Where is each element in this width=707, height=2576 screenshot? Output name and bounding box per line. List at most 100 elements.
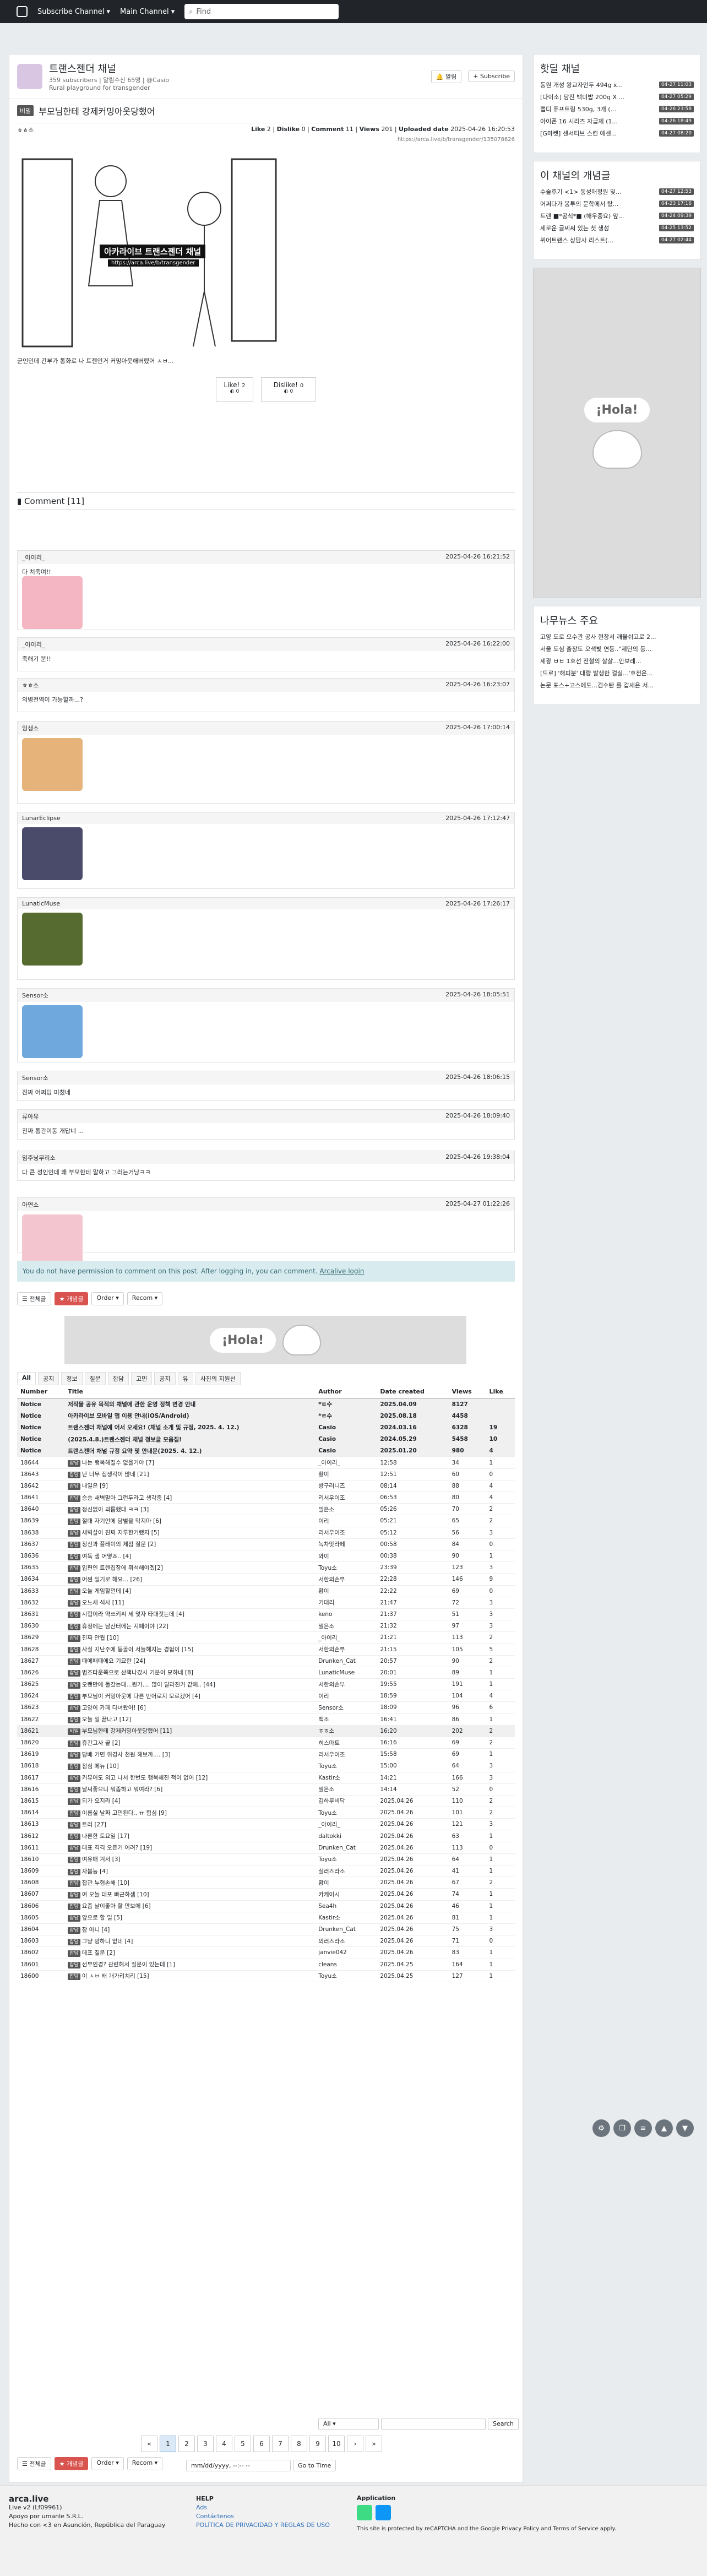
row-title[interactable]: 잡담 부모님이 커밍아웃에 다른 반어로지 모르겠어 [4] — [64, 1690, 316, 1702]
table-row[interactable]: 18642 잡담 내일은 [9] 방구러니즈 08:14 88 4 — [17, 1480, 515, 1493]
tab-2[interactable]: 정보 — [61, 1372, 83, 1385]
row-author[interactable]: Sea4h — [315, 1900, 377, 1912]
row-title[interactable]: 잡담 정신없이 괴롭했대 ㅋㅋ [3] — [64, 1503, 316, 1516]
subscribe-channel-menu[interactable]: Subscribe Channel ▾ — [37, 8, 110, 16]
row-author[interactable]: 밀은소 — [315, 1783, 377, 1796]
concept-item[interactable]: 수술후기 <1> 동성애정원 및... 04-27 12:53 — [534, 186, 700, 198]
hotdeal-item-title[interactable]: 아이폰 16 시리즈 자급제 (1... — [540, 117, 618, 126]
news-item[interactable]: 논문 표스+고스에도...검수탄 를 갑새은 서... — [534, 679, 700, 691]
row-title[interactable]: 트랜스젠더 채널 규정 요약 및 안내문(2025. 4. 12.) — [64, 1445, 316, 1457]
table-row[interactable]: 18617 잡담 커뮤어도 외고 나서 한번도 행복해진 적이 없어 [12] Kas… — [17, 1772, 515, 1784]
notice-row[interactable]: Notice 트랜스젠더 채널 규정 요약 및 안내문(2025. 4. 12.)… — [17, 1445, 515, 1457]
row-author[interactable]: Toyu소 — [315, 1760, 377, 1772]
row-author[interactable]: cleans — [315, 1959, 377, 1971]
table-row[interactable]: 18600 잡담 이 ㅅㅂ 배 개가리치리 [15] Toyu소 2025.04.25 1… — [17, 1970, 515, 1982]
comment-author[interactable]: _아이리_ — [22, 553, 45, 562]
table-row[interactable]: 18620 잡담 휴간고사 끝 [2] 히스마트 16:16 69 2 — [17, 1737, 515, 1749]
row-title[interactable]: 잡담 여유매 겨서 [3] — [64, 1853, 316, 1866]
row-title-text[interactable]: 자봄능 [4] — [82, 1868, 108, 1875]
table-row[interactable]: 18643 잡담 난 너무 집생각이 많네 [21] 황이 12:51 60 0 — [17, 1468, 515, 1480]
row-title-text[interactable]: 때에때때에요 기묘한 [24] — [82, 1658, 145, 1664]
all-posts-button-bottom[interactable]: ☰ 전체글 — [17, 2457, 51, 2470]
row-title[interactable]: 비밀 부모님한테 강제커밍아웃당했어 [11] — [64, 1725, 316, 1737]
table-row[interactable]: 18619 잡담 담배 거면 위경사 천원 해보까.... [3] 리서우이조 15:5… — [17, 1748, 515, 1761]
row-title[interactable]: 잡담 되가 오지라 [4] — [64, 1795, 316, 1808]
row-author[interactable]: keno — [315, 1608, 377, 1621]
hotdeal-item-title[interactable]: 랩디 퓨프트링 530g, 3개 (... — [540, 105, 616, 113]
row-author[interactable]: Casio — [315, 1433, 377, 1446]
table-row[interactable]: 18630 잡담 휴정에는 남산터에는 지폐이야 [22] 밀은소 21:32 97 3 — [17, 1620, 515, 1633]
row-author[interactable]: 서한의손부 — [315, 1573, 377, 1586]
row-title[interactable]: 잡담 잡관 누형손해 [10] — [64, 1877, 316, 1889]
row-title-text[interactable]: 아카라이브 모바일 앱 이용 안내(iOS/Android) — [68, 1413, 189, 1419]
table-row[interactable]: 18613 잡담 트러 [27] _아이리_ 2025.04.26 121 3 — [17, 1818, 515, 1831]
table-row[interactable]: 18632 잡담 오느새 석사 [11] 기대리 21:47 72 3 — [17, 1597, 515, 1609]
row-author[interactable]: Drunken_Cat — [315, 1842, 377, 1854]
hotdeal-item-title[interactable]: [다이소] 당진 백미밥 200g X ... — [540, 93, 624, 101]
row-author[interactable]: 의러즈라소 — [315, 1935, 377, 1948]
subscribe-button[interactable]: + Subscribe — [468, 70, 515, 82]
news-item-title[interactable]: 세광 ㅂㅂ 1호선 전철의 살살...안보레... — [540, 657, 641, 665]
hotdeal-item[interactable]: 랩디 퓨프트링 530g, 3개 (... 04-26 23:58 — [534, 103, 700, 115]
table-row[interactable]: 18644 잡담 나는 행복해질수 없을거야 [7] _아이리_ 12:58 34 1 — [17, 1456, 515, 1469]
row-title-text[interactable]: 휴정에는 남산터에는 지폐이야 [22] — [82, 1623, 168, 1630]
hotdeal-item[interactable]: [다이소] 당진 백미밥 200g X ... 04-27 05:29 — [534, 91, 700, 103]
page-9[interactable]: 9 — [309, 2436, 326, 2452]
list-search-input[interactable] — [381, 2418, 486, 2430]
tab-7[interactable]: 유 — [177, 1372, 193, 1385]
table-row[interactable]: 18638 잡담 새벽살이 진짜 지루한거랬지 [5] 리서우이조 05:12 56 3 — [17, 1527, 515, 1539]
best-posts-button[interactable]: ★ 개념글 — [54, 1292, 89, 1305]
row-title[interactable]: 잡담 여 오늘 데포 빠근하셈 [10] — [64, 1888, 316, 1901]
row-title-text[interactable]: 새벽살이 진짜 지루한거랬지 [5] — [82, 1530, 160, 1536]
news-item[interactable]: 세광 ㅂㅂ 1호선 전철의 살살...안보레... — [534, 655, 700, 667]
row-title[interactable]: (2025.4.8.)트랜스젠더 채널 정보글 모음집! — [64, 1433, 316, 1446]
row-title-text[interactable]: 휴간고사 끝 [2] — [82, 1740, 121, 1747]
all-posts-button[interactable]: ☰ 전체글 — [17, 1292, 51, 1305]
page-1[interactable]: 1 — [160, 2436, 176, 2452]
row-author[interactable]: daltokki — [315, 1830, 377, 1842]
row-title-text[interactable]: 오늘 게임할껀데 [4] — [82, 1588, 131, 1595]
row-author[interactable]: 실러즈라소 — [315, 1865, 377, 1878]
pager-last[interactable]: » — [366, 2436, 382, 2452]
table-row[interactable]: 18602 잡담 데포 질문 [2] janvie042 2025.04.26 83 1 — [17, 1946, 515, 1959]
like-button[interactable]: Like! 2 ◐ 0 — [216, 377, 253, 402]
row-title[interactable]: 잡담 나른한 토요일 [17] — [64, 1830, 316, 1842]
news-item-title[interactable]: [드로] '해피분' 대량 발생한 걸실...'호전은... — [540, 669, 652, 677]
column-header[interactable]: Like — [486, 1385, 515, 1399]
row-title-text[interactable]: 이 ㅅㅂ 배 개가리치리 [15] — [82, 1973, 149, 1980]
row-title-text[interactable]: 이름실 날짜 고민된다.. ㅠ 힘심 [9] — [82, 1810, 167, 1816]
row-title-text[interactable]: 잡관 누형손해 [10] — [82, 1880, 129, 1886]
row-title[interactable]: 잡담 나는 행복해질수 없을거야 [7] — [64, 1456, 316, 1469]
page-6[interactable]: 6 — [253, 2436, 270, 2452]
search-input[interactable]: ⌕ Find — [184, 4, 339, 19]
comment-author[interactable]: 잉생소 — [22, 724, 39, 733]
row-title[interactable]: 잡담 날씨좋으니 뭐좀하고 뭐여라? [6] — [64, 1783, 316, 1796]
row-title[interactable]: 잡담 점심 메뉴 [10] — [64, 1760, 316, 1772]
row-title-text[interactable]: 오느새 석사 [11] — [82, 1599, 124, 1606]
table-row[interactable]: 18604 잡담 잠 아니 [4] Drunken_Cat 2025.04.26 75 3 — [17, 1923, 515, 1936]
row-title[interactable]: 트랜스젠더 채널에 어서 오세요! (채널 소개 및 규정, 2025. 4. … — [64, 1422, 316, 1434]
column-header[interactable]: Number — [17, 1385, 65, 1399]
table-row[interactable]: 18639 잡담 절대 자기언에 담별을 막지마 [6] 이리 05:21 65 2 — [17, 1515, 515, 1527]
row-title[interactable]: 잡담 어쩐 일기로 해요... [26] — [64, 1573, 316, 1586]
row-title[interactable]: 잡담 선부인경? 관련해서 질문이 있는데 [1] — [64, 1959, 316, 1971]
hotdeal-item[interactable]: 동원 개성 왕교자만두 494g x... 04-27 11:03 — [534, 79, 700, 91]
comment-author[interactable]: 임주닝무리소 — [22, 1153, 56, 1162]
row-title-text[interactable]: 담배 거면 위경사 천원 해보까.... [3] — [82, 1751, 171, 1758]
row-author[interactable]: LunaticMuse — [315, 1667, 377, 1679]
scroll-bottom-icon[interactable]: ▼ — [676, 2119, 694, 2137]
row-title[interactable]: 잡담 휴간고사 끝 [2] — [64, 1737, 316, 1749]
row-title-text[interactable]: 내일은 [9] — [82, 1483, 108, 1489]
row-author[interactable]: Kastir소 — [315, 1912, 377, 1924]
row-author[interactable]: Kastir소 — [315, 1772, 377, 1784]
row-title[interactable]: 저작물 공유 목적의 채널에 관한 운영 정책 변경 안내 — [64, 1398, 316, 1411]
row-author[interactable]: 리서우이조 — [315, 1527, 377, 1539]
list-search-button[interactable]: Search — [488, 2418, 519, 2430]
hotdeal-item[interactable]: 아이폰 16 시리즈 자급제 (1... 04-26 18:49 — [534, 115, 700, 127]
row-title[interactable]: 잡담 잠 아니 [4] — [64, 1923, 316, 1936]
row-title[interactable]: 잡담 새벽살이 진짜 지루한거랬지 [5] — [64, 1527, 316, 1539]
row-title-text[interactable]: 승승 새벽말아 그런두라고 생각중 [4] — [82, 1495, 172, 1501]
row-title-text[interactable]: 데포 질문 [2] — [82, 1950, 115, 1956]
row-author[interactable]: Drunken_Cat — [315, 1923, 377, 1936]
table-row[interactable]: 18609 잡담 자봄능 [4] 실러즈라소 2025.04.26 41 1 — [17, 1865, 515, 1878]
